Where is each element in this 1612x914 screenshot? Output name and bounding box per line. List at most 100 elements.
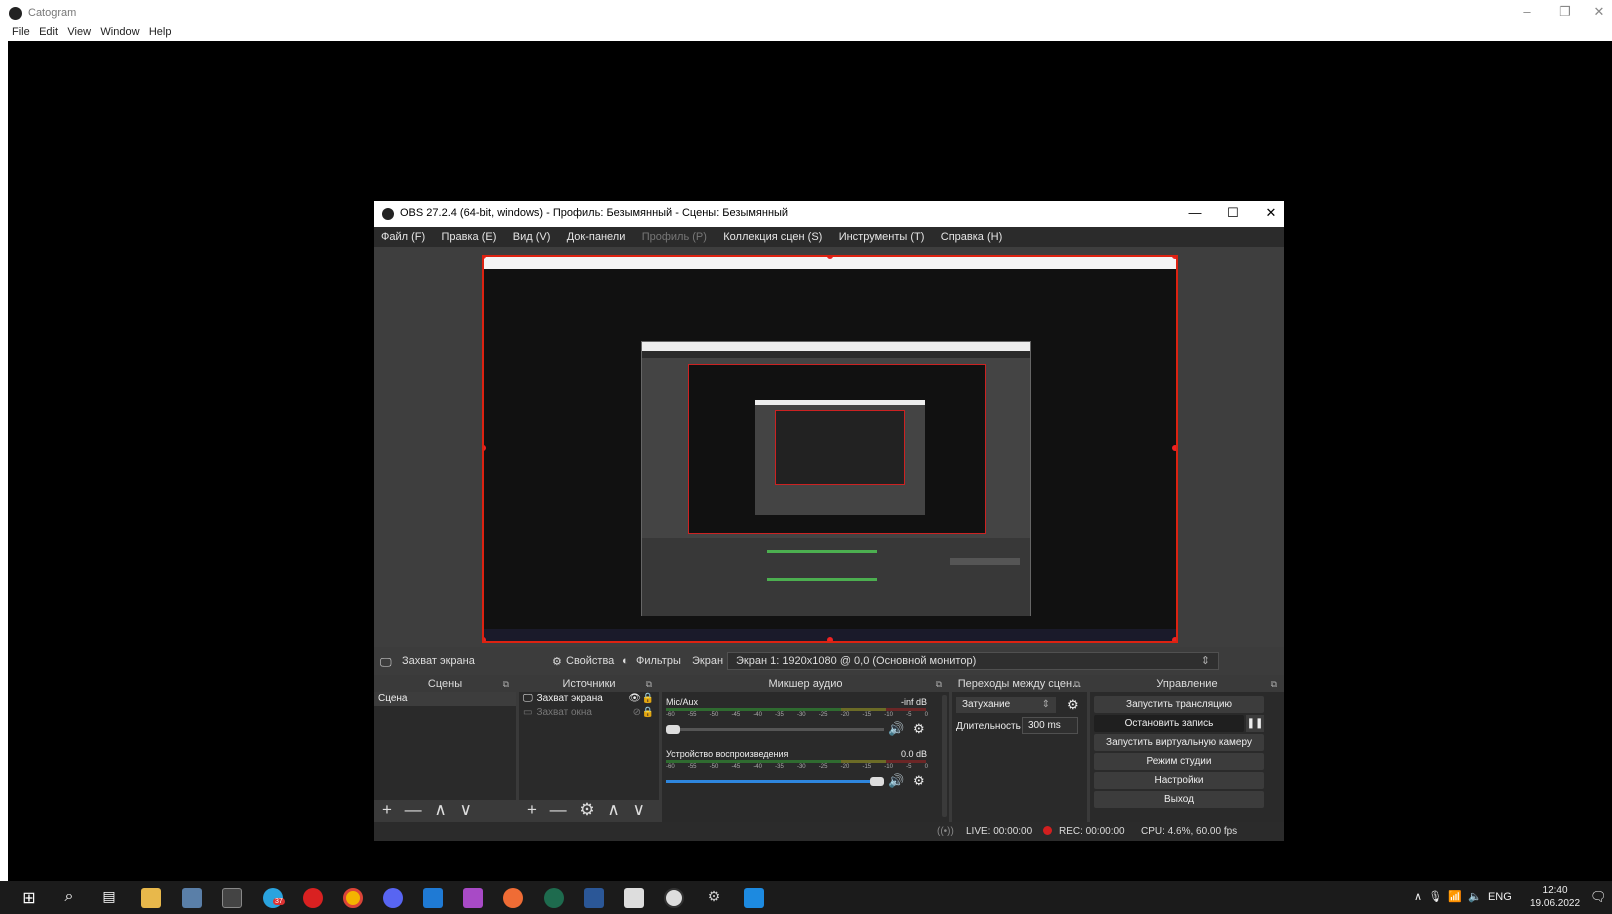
obs-icon[interactable] xyxy=(664,888,684,908)
media-icon[interactable] xyxy=(744,888,764,908)
duration-input[interactable]: 300 ms xyxy=(1022,717,1078,734)
restore-button[interactable]: ❐ xyxy=(1550,4,1580,20)
app-icon[interactable] xyxy=(544,888,564,908)
controls-title: Управление xyxy=(1156,678,1218,690)
obs-menu-docks[interactable]: Док-панели xyxy=(567,231,626,243)
network-icon[interactable]: 📶 xyxy=(1448,891,1462,903)
microphone-icon[interactable]: 🎙 xyxy=(1428,891,1442,903)
task-view-icon[interactable]: ▤ xyxy=(99,888,119,908)
resize-handle[interactable] xyxy=(484,637,486,641)
sources-dock: Источники ⧉ 🖵 Захват экрана 👁 🔒 ▭ Захват ок… xyxy=(519,677,659,822)
desktop-volume-thumb[interactable] xyxy=(870,777,884,786)
word-icon[interactable] xyxy=(584,888,604,908)
speaker-icon[interactable]: 🔊 xyxy=(888,773,904,789)
undock-icon[interactable]: ⧉ xyxy=(936,677,942,692)
obs-menu-edit[interactable]: Правка (E) xyxy=(442,231,497,243)
chevron-up-icon[interactable]: ∧ xyxy=(1414,891,1422,903)
discord-icon[interactable] xyxy=(383,888,403,908)
transitions-dock: Переходы между сцен... ⧉ Затухание ⇕ ⚙ Дл… xyxy=(952,677,1087,822)
menu-edit[interactable]: Edit xyxy=(39,26,58,38)
scene-item[interactable]: Сцена xyxy=(374,692,516,706)
stop-recording-button[interactable]: Остановить запись xyxy=(1094,715,1244,732)
clock[interactable]: 12:40 19.06.2022 xyxy=(1530,884,1580,910)
undock-icon[interactable]: ⧉ xyxy=(503,677,509,692)
studio-mode-button[interactable]: Режим студии xyxy=(1094,753,1264,770)
start-streaming-button[interactable]: Запустить трансляцию xyxy=(1094,696,1264,713)
telegram-icon[interactable]: 37 xyxy=(263,888,285,908)
obs-minimize-button[interactable]: — xyxy=(1182,205,1208,220)
minimize-button[interactable]: – xyxy=(1512,4,1542,19)
undock-icon[interactable]: ⧉ xyxy=(1074,677,1080,692)
lock-icon[interactable]: 🔒 xyxy=(642,692,654,706)
gear-icon[interactable]: ⚙ xyxy=(913,721,925,737)
window-icon: ▭ xyxy=(523,707,533,718)
eye-hidden-icon[interactable]: ⊘ xyxy=(633,706,641,720)
terminal-icon[interactable] xyxy=(222,888,242,908)
screen-select-value: Экран 1: 1920x1080 @ 0,0 (Основной монит… xyxy=(736,655,977,667)
obs-window: OBS 27.2.4 (64-bit, windows) - Профиль: … xyxy=(374,201,1284,841)
obs-menu-view[interactable]: Вид (V) xyxy=(513,231,551,243)
obs-menu-help[interactable]: Справка (H) xyxy=(941,231,1002,243)
obs-menu-tools[interactable]: Инструменты (T) xyxy=(839,231,925,243)
mic-scale: -60 -55 -50 -45 -40 -35 -30 -25 -20 -15 -10 -5 0 xyxy=(666,712,928,718)
menu-view[interactable]: View xyxy=(67,26,91,38)
eye-icon[interactable]: 👁 xyxy=(628,692,641,706)
speaker-icon[interactable]: 🔊 xyxy=(888,721,904,737)
obs-close-button[interactable]: ✕ xyxy=(1258,205,1284,221)
close-button[interactable]: ✕ xyxy=(1584,4,1612,20)
start-icon[interactable]: ⊞ xyxy=(19,888,39,908)
settings-icon[interactable]: ⚙ xyxy=(704,888,724,908)
window-icon[interactable] xyxy=(624,888,644,908)
vscode-icon[interactable] xyxy=(423,888,443,908)
settings-button[interactable]: Настройки xyxy=(1094,772,1264,789)
resize-handle[interactable] xyxy=(827,637,833,641)
postman-icon[interactable] xyxy=(503,888,523,908)
file-explorer-icon[interactable] xyxy=(141,888,161,908)
transition-select[interactable]: Затухание ⇕ xyxy=(956,697,1056,713)
undock-icon[interactable]: ⧉ xyxy=(1271,677,1277,692)
opera-icon[interactable] xyxy=(303,888,323,908)
source-item[interactable]: 🖵 Захват экрана 👁 🔒 xyxy=(519,692,659,706)
exit-button[interactable]: Выход xyxy=(1094,791,1264,808)
volume-icon[interactable]: 🔈 xyxy=(1468,891,1482,903)
search-icon[interactable]: ⌕ xyxy=(59,888,79,908)
menu-window[interactable]: Window xyxy=(100,26,139,38)
obs-menu-scene-collection[interactable]: Коллекция сцен (S) xyxy=(723,231,822,243)
notes-icon[interactable] xyxy=(182,888,202,908)
obs-maximize-button[interactable]: ☐ xyxy=(1220,205,1246,221)
sources-footer[interactable]: + — ⚙ ∧ ∨ xyxy=(519,800,659,822)
desktop-audio-level: 0.0 dB xyxy=(900,749,927,759)
menu-file[interactable]: File xyxy=(12,26,30,38)
obs-menu-file[interactable]: Файл (F) xyxy=(381,231,425,243)
mixer-scrollbar[interactable] xyxy=(942,695,947,817)
desktop-meter xyxy=(666,760,841,763)
mic-meter-red xyxy=(886,708,926,711)
resize-handle[interactable] xyxy=(1172,445,1176,451)
clock-date: 19.06.2022 xyxy=(1530,898,1581,909)
mic-volume-slider[interactable] xyxy=(666,725,884,734)
desktop-volume-slider[interactable] xyxy=(666,777,884,786)
notifications-icon[interactable]: 🗨 xyxy=(1590,889,1607,905)
obs-preview[interactable] xyxy=(374,247,1284,647)
gear-icon[interactable]: ⚙ xyxy=(1067,697,1079,713)
chevron-updown-icon: ⇕ xyxy=(1200,655,1210,667)
filters-button[interactable]: Фильтры xyxy=(636,655,681,667)
resize-handle[interactable] xyxy=(1172,637,1176,641)
scenes-footer[interactable]: + — ∧ ∨ xyxy=(374,800,516,822)
chrome-icon[interactable] xyxy=(343,888,363,908)
screen-capture-source[interactable] xyxy=(482,255,1178,643)
screen-select[interactable]: Экран 1: 1920x1080 @ 0,0 (Основной монит… xyxy=(727,652,1219,670)
gear-icon[interactable]: ⚙ xyxy=(913,773,925,789)
phpstorm-icon[interactable] xyxy=(463,888,483,908)
source-item[interactable]: ▭ Захват окна ⊘ 🔒 xyxy=(519,706,659,720)
menu-help[interactable]: Help xyxy=(149,26,172,38)
properties-button[interactable]: Свойства xyxy=(566,655,614,667)
mic-volume-thumb[interactable] xyxy=(666,725,680,734)
start-virtual-camera-button[interactable]: Запустить виртуальную камеру xyxy=(1094,734,1264,751)
resize-handle[interactable] xyxy=(1172,257,1176,259)
lock-icon[interactable]: 🔒 xyxy=(642,706,654,720)
language-indicator[interactable]: ENG xyxy=(1488,891,1512,903)
pause-recording-button[interactable]: ❚❚ xyxy=(1246,715,1264,732)
undock-icon[interactable]: ⧉ xyxy=(646,677,652,692)
resize-handle[interactable] xyxy=(484,445,486,451)
